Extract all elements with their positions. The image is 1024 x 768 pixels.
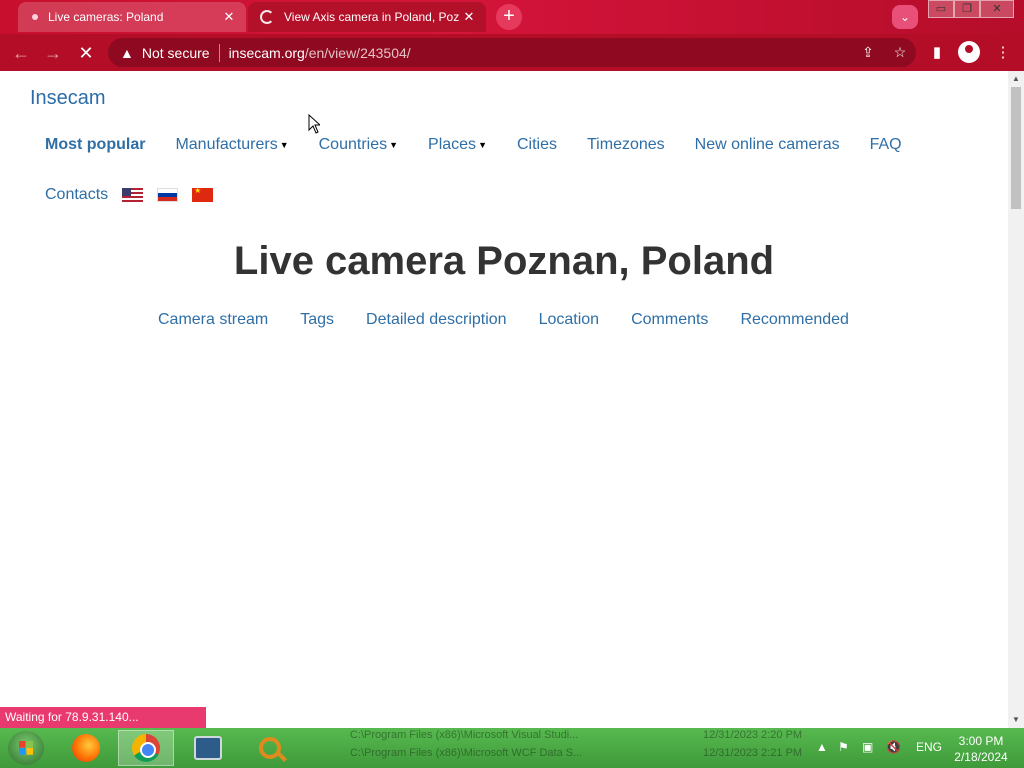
taskbar: C:\Program Files (x86)\Microsoft Visual … <box>0 728 1024 768</box>
ghost-path-2: C:\Program Files (x86)\Microsoft WCF Dat… <box>350 747 583 759</box>
link-detailed-description[interactable]: Detailed description <box>366 311 507 329</box>
window-close-button[interactable]: ✕ <box>980 0 1014 18</box>
tab-favicon-icon <box>32 14 38 20</box>
brand-logo-link[interactable]: Insecam <box>30 87 106 110</box>
page-title: Live camera Poznan, Poland <box>233 239 775 283</box>
action-center-flag-icon[interactable]: ⚑ <box>838 740 849 754</box>
status-bubble: Waiting for 78.9.31.140... <box>0 707 206 728</box>
tray-expand-icon[interactable]: ▲ <box>816 740 828 754</box>
remote-desktop-icon <box>194 736 222 760</box>
ghost-date-2: 12/31/2023 2:21 PM <box>703 747 803 759</box>
divider <box>218 43 220 62</box>
nav-most-popular[interactable]: Most popular <box>45 136 145 154</box>
nav-new-online-cameras[interactable]: New online cameras <box>695 136 840 154</box>
tab-strip: Live cameras: Poland ✕ View Axis camera … <box>0 0 1024 34</box>
clock-time: 3:00 PM <box>958 734 1004 748</box>
link-comments[interactable]: Comments <box>631 311 708 329</box>
loading-spinner-icon <box>260 10 274 24</box>
nav-label[interactable]: Cities <box>517 136 557 153</box>
network-icon[interactable]: ▣ <box>862 740 873 754</box>
ghost-date-1: 12/31/2023 2:20 PM <box>703 729 803 741</box>
url-host: insecam.org <box>228 44 305 61</box>
url-path: /en/view/243504/ <box>304 44 411 61</box>
section-links: Camera stream Tags Detailed description … <box>158 311 881 329</box>
forward-arrow-icon[interactable]: → <box>40 40 66 66</box>
taskbar-firefox[interactable] <box>58 730 114 766</box>
tab-close-icon[interactable]: ✕ <box>460 9 478 25</box>
stop-loading-icon[interactable]: ✕ <box>73 40 99 66</box>
link-location[interactable]: Location <box>539 311 600 329</box>
taskbar-search-app[interactable] <box>242 730 298 766</box>
security-label[interactable]: Not secure <box>142 45 210 61</box>
minimize-button[interactable]: ▭ <box>928 0 954 18</box>
browser-toolbar: ← → ✕ ▲ Not secure insecam.org/en/view/2… <box>0 34 1024 71</box>
volume-muted-icon[interactable]: 🔇 <box>886 740 901 754</box>
url-text[interactable]: insecam.org/en/view/243504/ <box>229 45 852 61</box>
main-nav: Most popular Manufacturers ▼ Countries ▼ P… <box>45 136 932 154</box>
nav-faq[interactable]: FAQ <box>870 136 902 154</box>
link-tags[interactable]: Tags <box>300 311 334 329</box>
bookmark-star-icon[interactable]: ☆ <box>884 44 916 61</box>
nav-contacts[interactable]: Contacts <box>45 186 108 204</box>
system-clock[interactable]: 3:00 PM 2/18/2024 <box>948 733 1014 765</box>
ghost-path-1: C:\Program Files (x86)\Microsoft Visual … <box>350 729 579 741</box>
nav-places[interactable]: Places ▼ <box>428 136 487 154</box>
page-content: Insecam Most popular Manufacturers ▼ Coun… <box>0 71 1008 728</box>
magnifier-icon <box>259 737 281 759</box>
ru-flag-icon[interactable] <box>157 188 179 202</box>
scroll-down-icon[interactable]: ▼ <box>1008 712 1024 728</box>
nav-manufacturers[interactable]: Manufacturers ▼ <box>175 136 288 154</box>
nav-countries[interactable]: Countries ▼ <box>319 136 398 154</box>
tab-title: Live cameras: Poland <box>48 10 164 24</box>
cn-flag-icon[interactable] <box>192 186 214 202</box>
taskbar-remote-desktop[interactable] <box>180 730 236 766</box>
tab-search-button[interactable]: ⌄ <box>892 5 918 29</box>
caret-down-icon: ▼ <box>389 139 399 150</box>
address-bar[interactable]: ▲ Not secure insecam.org/en/view/243504/… <box>108 38 916 67</box>
warning-triangle-icon: ▲ <box>120 44 134 61</box>
tab-view-axis-camera[interactable]: View Axis camera in Poland, Pozn ✕ <box>248 2 486 32</box>
start-button[interactable] <box>8 731 44 765</box>
nav-label[interactable]: Timezones <box>587 136 665 153</box>
chrome-icon <box>132 734 160 762</box>
scroll-up-icon[interactable]: ▲ <box>1008 71 1024 87</box>
nav-cities[interactable]: Cities <box>517 136 557 154</box>
taskbar-chrome[interactable] <box>118 730 174 766</box>
firefox-icon <box>72 734 100 762</box>
caret-down-icon: ▼ <box>478 139 487 150</box>
restore-button[interactable]: ❐ <box>954 0 980 18</box>
profile-avatar-icon[interactable] <box>958 41 980 63</box>
secondary-nav: Contacts <box>45 186 214 204</box>
back-arrow-icon[interactable]: ← <box>8 40 34 66</box>
nav-label[interactable]: Places <box>428 136 476 153</box>
tab-title: View Axis camera in Poland, Pozn <box>284 10 460 24</box>
tab-live-cameras-poland[interactable]: Live cameras: Poland ✕ <box>18 2 246 32</box>
vertical-scrollbar[interactable]: ▲ ▼ <box>1008 71 1024 728</box>
scrollbar-thumb[interactable] <box>1011 87 1021 209</box>
nav-label[interactable]: Manufacturers <box>175 136 277 153</box>
link-camera-stream[interactable]: Camera stream <box>158 311 268 329</box>
nav-timezones[interactable]: Timezones <box>587 136 665 154</box>
tab-close-icon[interactable]: ✕ <box>220 9 238 25</box>
mouse-cursor-icon <box>308 114 320 134</box>
nav-label[interactable]: Most popular <box>45 136 145 153</box>
language-indicator[interactable]: ENG <box>916 740 942 754</box>
us-flag-icon[interactable] <box>122 188 144 202</box>
menu-kebab-icon[interactable]: ⋮ <box>990 40 1016 66</box>
nav-label[interactable]: FAQ <box>870 136 902 153</box>
caret-down-icon: ▼ <box>279 139 289 150</box>
clock-date: 2/18/2024 <box>954 750 1008 764</box>
link-recommended[interactable]: Recommended <box>740 311 849 329</box>
share-icon[interactable]: ⇪ <box>852 44 884 61</box>
nav-label[interactable]: New online cameras <box>695 136 840 153</box>
browser-window: Live cameras: Poland ✕ View Axis camera … <box>0 0 1024 728</box>
side-panel-icon[interactable]: ▮ <box>924 40 950 66</box>
nav-label[interactable]: Countries <box>319 136 387 153</box>
new-tab-button[interactable]: + <box>496 4 522 30</box>
